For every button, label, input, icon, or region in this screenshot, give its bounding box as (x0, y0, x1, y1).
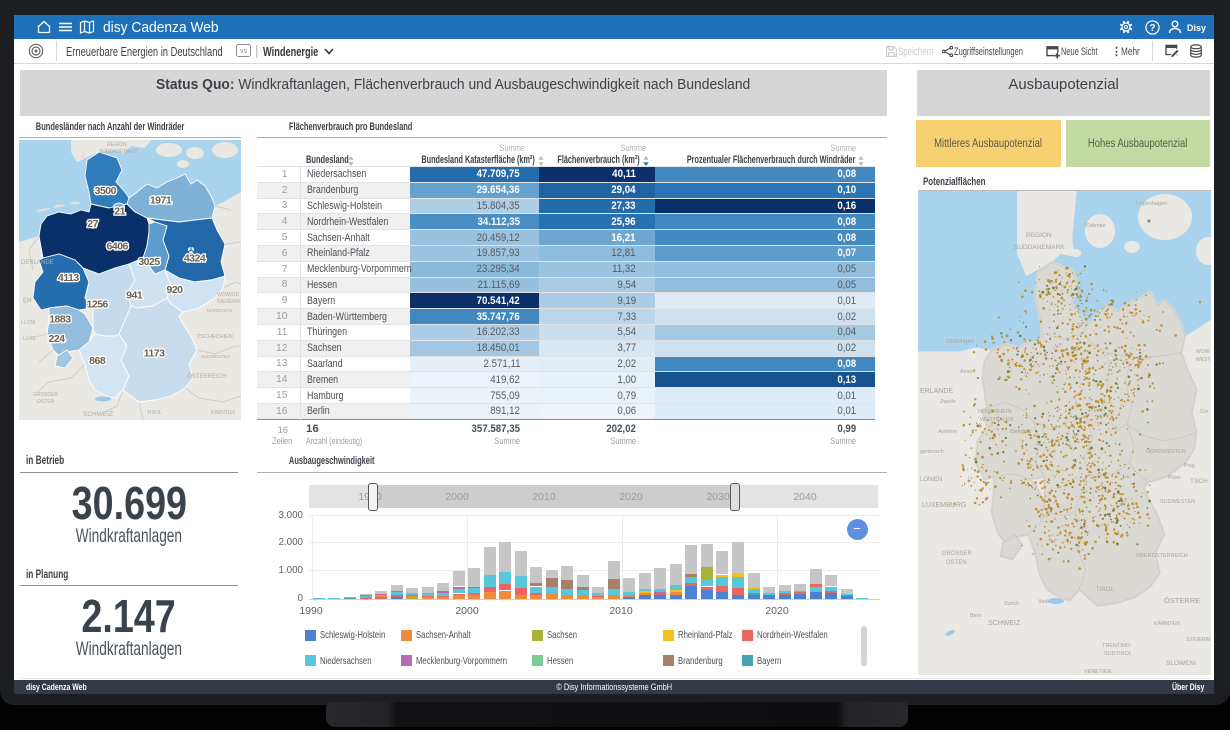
svg-text:NORDOSTE: NORDOSTE (207, 308, 233, 313)
svg-text:WEST: WEST (1196, 357, 1210, 363)
svg-text:WOIWOD: WOIWOD (217, 292, 240, 298)
svg-text:SUDTIROL: SUDTIROL (1104, 651, 1132, 657)
svg-text:-LUXE: -LUXE (21, 336, 36, 342)
svg-text:EN: EN (23, 298, 31, 304)
svg-text:1971: 1971 (150, 195, 172, 207)
svg-text:4324: 4324 (184, 253, 206, 265)
svg-text:KÄRNTEN: KÄRNTEN (211, 409, 235, 416)
svg-text:TRENTINO-: TRENTINO- (1102, 643, 1132, 649)
svg-text:°Odense: °Odense (1084, 223, 1105, 229)
svg-text:21: 21 (114, 206, 125, 218)
svg-text:Zurich: Zurich (1004, 601, 1019, 607)
svg-text:868: 868 (89, 355, 106, 367)
svg-text:3025: 3025 (138, 256, 160, 268)
svg-text:LONIEN: LONIEN (920, 477, 942, 483)
svg-text:1256: 1256 (87, 299, 109, 311)
svg-text:LLONI: LLONI (21, 320, 35, 326)
svg-text:OBERÖSTERREICH: OBERÖSTERREICH (1136, 552, 1188, 559)
svg-text:LUXEMBURG: LUXEMBURG (922, 502, 966, 509)
svg-text:Prag: Prag (1184, 463, 1195, 469)
svg-text:NORDWESTEN: NORDWESTEN (1146, 449, 1186, 455)
svg-text:TSCHECHIEN: TSCHECHIEN (197, 334, 233, 340)
svg-text:STEIERM: STEIERM (1186, 637, 1211, 643)
svg-text:1173: 1173 (144, 347, 165, 359)
svg-text:TSCH: TSCH (1190, 478, 1208, 485)
svg-text:ÖSTERREICH: ÖSTERREICH (187, 373, 226, 380)
svg-text:Assen: Assen (960, 369, 975, 375)
svg-text:ERLANDE: ERLANDE (920, 388, 953, 395)
svg-text:Groningen: Groningen (946, 339, 974, 345)
svg-text:NIEDERSC: NIEDERSC (217, 299, 241, 305)
svg-text:Arnhem: Arnhem (938, 429, 958, 435)
svg-text:SUDWESTEN: SUDWESTEN (201, 354, 230, 359)
svg-text:6406: 6406 (107, 240, 129, 252)
svg-text:vs: vs (240, 48, 248, 55)
svg-text:SUDDANEMARK: SUDDANEMARK (1014, 244, 1065, 251)
svg-text:REGION: REGION (1026, 232, 1052, 239)
svg-text:TIROL: TIROL (147, 410, 162, 416)
svg-text:SLOWENI: SLOWENI (1166, 660, 1196, 667)
svg-text:Kopenhagen: Kopenhagen (1136, 201, 1167, 207)
svg-text:DERLANDE: DERLANDE (21, 260, 54, 266)
svg-text:OSTEN: OSTEN (37, 399, 55, 405)
svg-text:Gor: Gor (1200, 409, 1209, 415)
svg-text:GROSSER: GROSSER (942, 551, 973, 557)
svg-text:3500: 3500 (95, 185, 117, 197)
svg-text:Plzen: Plzen (1168, 475, 1181, 481)
svg-text:224: 224 (48, 333, 65, 345)
svg-text:Bern: Bern (970, 613, 982, 619)
svg-text:KÄRNTEN: KÄRNTEN (1154, 620, 1180, 627)
svg-text:OSTEN: OSTEN (946, 560, 967, 566)
svg-text:SCHWEIZ: SCHWEIZ (988, 620, 1021, 627)
svg-text:SUDWESTEN: SUDWESTEN (1160, 499, 1195, 505)
svg-text:1883: 1883 (49, 314, 71, 326)
svg-text:Zwolle: Zwolle (940, 399, 956, 405)
svg-text:genbosch: genbosch (920, 449, 944, 455)
svg-text:4113: 4113 (58, 272, 79, 284)
svg-text:941: 941 (126, 289, 143, 301)
svg-text:27: 27 (87, 218, 98, 230)
svg-text:VENETIEN: VENETIEN (1084, 669, 1112, 675)
svg-text:NORDRHEIN: NORDRHEIN (978, 409, 1011, 415)
svg-text:WESTFALEN: WESTFALEN (980, 417, 1013, 423)
svg-text:?: ? (1149, 23, 1155, 34)
svg-text:SUDDANEMARK: SUDDANEMARK (99, 149, 139, 155)
svg-text:920: 920 (166, 284, 183, 296)
svg-text:WOW: WOW (1196, 349, 1210, 355)
svg-text:SCHWEIZ: SCHWEIZ (83, 411, 113, 418)
svg-text:GROSSER: GROSSER (33, 392, 58, 398)
svg-text:ÖSTERRE: ÖSTERRE (1164, 596, 1200, 605)
svg-text:REGION: REGION (107, 142, 127, 148)
svg-text:TIROL: TIROL (1096, 587, 1114, 593)
